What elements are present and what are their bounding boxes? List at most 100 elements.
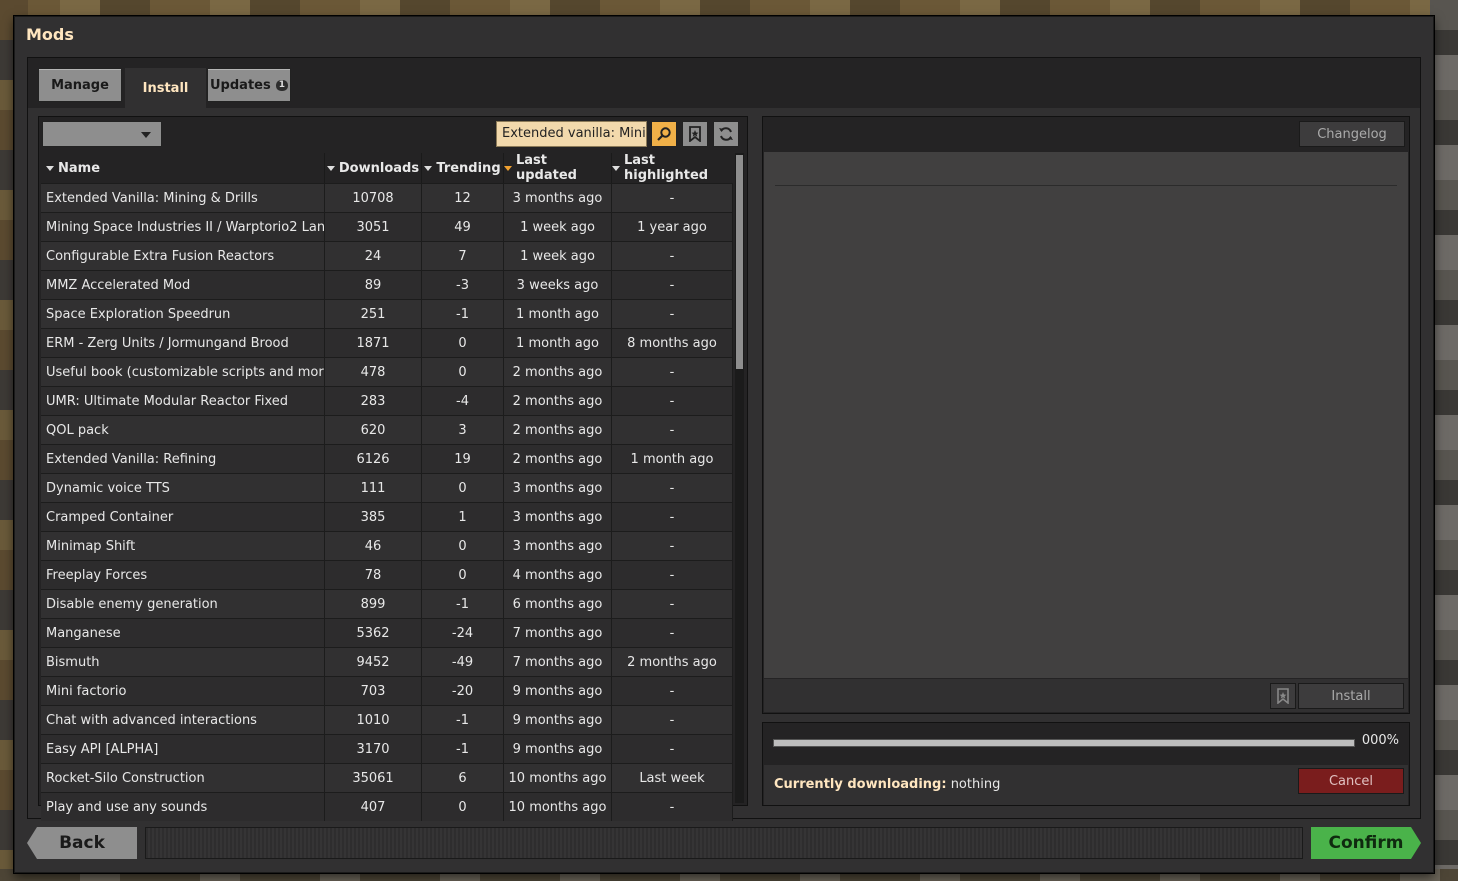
- cell-last-highlighted: -: [612, 735, 733, 763]
- cell-downloads: 478: [325, 358, 422, 386]
- confirm-button[interactable]: Confirm: [1311, 827, 1421, 859]
- table-row[interactable]: Play and use any sounds 407 0 10 months ago…: [41, 792, 733, 821]
- column-header-label: Downloads: [338, 160, 420, 176]
- mod-details-pane: Changelog Install: [762, 116, 1410, 714]
- table-row[interactable]: Extended Vanilla: Mining & Drills 10708 12…: [41, 183, 733, 212]
- cell-downloads: 24: [325, 242, 422, 270]
- cell-last-highlighted: Last week: [612, 764, 733, 792]
- footer-bar: Back Confirm: [27, 825, 1421, 861]
- search-button[interactable]: [651, 121, 677, 147]
- table-row[interactable]: Mini factorio 703 -20 9 months ago -: [41, 676, 733, 705]
- chevron-down-icon: [141, 132, 151, 138]
- cell-last-highlighted: -: [612, 561, 733, 589]
- column-header-label: Name: [58, 160, 101, 176]
- cell-last-highlighted: -: [612, 503, 733, 531]
- tab-updates[interactable]: Updates 1: [207, 68, 291, 102]
- mod-description-area: [764, 152, 1408, 678]
- install-tab-body: Extended vanilla: Mining Name Downloads …: [28, 108, 1420, 821]
- cell-last-highlighted: -: [612, 619, 733, 647]
- table-body: Extended Vanilla: Mining & Drills 10708 12…: [41, 183, 733, 821]
- column-header-trending[interactable]: Trending: [422, 153, 504, 183]
- download-status-label: Currently downloading:: [774, 777, 947, 792]
- table-row[interactable]: Space Exploration Speedrun 251 -1 1 month a…: [41, 299, 733, 328]
- cell-downloads: 10708: [325, 184, 422, 212]
- cell-name: QOL pack: [41, 416, 325, 444]
- cell-downloads: 620: [325, 416, 422, 444]
- cell-trending: 49: [422, 213, 504, 241]
- cell-trending: 0: [422, 474, 504, 502]
- table-row[interactable]: MMZ Accelerated Mod 89 -3 3 weeks ago -: [41, 270, 733, 299]
- cell-name: MMZ Accelerated Mod: [41, 271, 325, 299]
- sort-arrow-icon: [612, 165, 620, 171]
- table-row[interactable]: Chat with advanced interactions 1010 -1 9 m…: [41, 705, 733, 734]
- table-row[interactable]: Mining Space Industries II / Warptorio2 …: [41, 212, 733, 241]
- table-row[interactable]: Minimap Shift 46 0 3 months ago -: [41, 531, 733, 560]
- table-row[interactable]: Extended Vanilla: Refining 6126 19 2 months…: [41, 444, 733, 473]
- cell-downloads: 251: [325, 300, 422, 328]
- table-row[interactable]: UMR: Ultimate Modular Reactor Fixed 283 -4…: [41, 386, 733, 415]
- table-row[interactable]: Freeplay Forces 78 0 4 months ago -: [41, 560, 733, 589]
- cell-last-highlighted: -: [612, 793, 733, 821]
- cell-last-highlighted: -: [612, 387, 733, 415]
- column-header-name[interactable]: Name: [41, 153, 325, 183]
- table-row[interactable]: Configurable Extra Fusion Reactors 24 7 1 w…: [41, 241, 733, 270]
- table-row[interactable]: Rocket-Silo Construction 35061 6 10 months …: [41, 763, 733, 792]
- cell-name: Freeplay Forces: [41, 561, 325, 589]
- cell-trending: 0: [422, 793, 504, 821]
- cell-trending: -3: [422, 271, 504, 299]
- column-header-last-highlighted[interactable]: Last highlighted: [612, 153, 733, 183]
- table-row[interactable]: QOL pack 620 3 2 months ago -: [41, 415, 733, 444]
- table-row[interactable]: Useful book (customizable scripts and mo…: [41, 357, 733, 386]
- cell-trending: 0: [422, 561, 504, 589]
- cell-trending: -1: [422, 706, 504, 734]
- table-row[interactable]: Disable enemy generation 899 -1 6 months ag…: [41, 589, 733, 618]
- cell-downloads: 385: [325, 503, 422, 531]
- cell-name: UMR: Ultimate Modular Reactor Fixed: [41, 387, 325, 415]
- table-row[interactable]: ERM - Zerg Units / Jormungand Brood 1871 0…: [41, 328, 733, 357]
- table-row[interactable]: Cramped Container 385 1 3 months ago -: [41, 502, 733, 531]
- tab-manage[interactable]: Manage: [38, 68, 122, 102]
- table-row[interactable]: Easy API [ALPHA] 3170 -1 9 months ago -: [41, 734, 733, 763]
- cell-trending: 0: [422, 532, 504, 560]
- cell-last-updated: 3 months ago: [504, 503, 612, 531]
- search-icon: [657, 127, 671, 141]
- window-title: Mods: [26, 25, 74, 44]
- scrollbar-thumb[interactable]: [736, 155, 743, 369]
- details-action-bar: Install: [764, 679, 1408, 712]
- refresh-button[interactable]: [713, 121, 739, 147]
- cell-last-updated: 9 months ago: [504, 706, 612, 734]
- bookmark-mod-button[interactable]: [1270, 683, 1296, 709]
- tab-updates-label: Updates: [210, 77, 271, 93]
- back-button[interactable]: Back: [27, 827, 137, 859]
- column-header-label: Last updated: [516, 153, 577, 183]
- table-row[interactable]: Manganese 5362 -24 7 months ago -: [41, 618, 733, 647]
- tab-install[interactable]: Install: [125, 68, 206, 108]
- cell-last-updated: 1 week ago: [504, 242, 612, 270]
- filter-dropdown[interactable]: [42, 121, 162, 147]
- table-row[interactable]: Dynamic voice TTS 111 0 3 months ago -: [41, 473, 733, 502]
- cell-trending: -49: [422, 648, 504, 676]
- cancel-download-button[interactable]: Cancel: [1298, 768, 1404, 794]
- mods-table: Name Downloads Trending Last updated Las…: [41, 153, 733, 821]
- cell-last-updated: 3 months ago: [504, 184, 612, 212]
- cell-trending: 6: [422, 764, 504, 792]
- search-input[interactable]: Extended vanilla: Mining: [496, 121, 647, 147]
- cell-name: Chat with advanced interactions: [41, 706, 325, 734]
- column-header-downloads[interactable]: Downloads: [325, 153, 422, 183]
- install-button[interactable]: Install: [1298, 683, 1404, 709]
- cell-trending: -24: [422, 619, 504, 647]
- cell-name: Cramped Container: [41, 503, 325, 531]
- cell-last-updated: 10 months ago: [504, 793, 612, 821]
- sort-arrow-icon: [46, 165, 54, 171]
- changelog-button[interactable]: Changelog: [1299, 121, 1405, 147]
- cell-name: Mini factorio: [41, 677, 325, 705]
- background-right: [1430, 0, 1458, 881]
- column-header-last-updated[interactable]: Last updated: [504, 153, 612, 183]
- table-row[interactable]: Bismuth 9452 -49 7 months ago 2 months ago: [41, 647, 733, 676]
- cell-last-updated: 2 months ago: [504, 445, 612, 473]
- cell-last-updated: 3 weeks ago: [504, 271, 612, 299]
- cell-last-highlighted: 2 months ago: [612, 648, 733, 676]
- list-scrollbar[interactable]: [735, 153, 744, 803]
- bookmark-filter-button[interactable]: [682, 121, 708, 147]
- cell-last-highlighted: -: [612, 706, 733, 734]
